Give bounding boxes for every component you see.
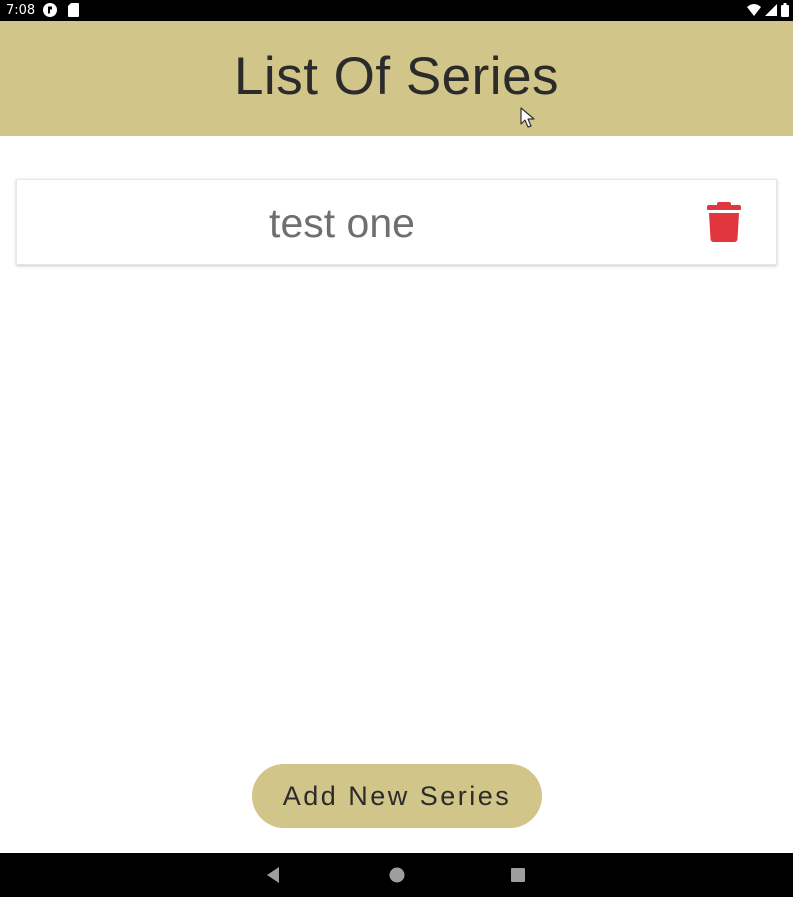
add-new-series-button[interactable]: Add New Series <box>252 764 542 828</box>
mouse-pointer-icon <box>520 107 535 128</box>
trash-icon[interactable] <box>707 202 741 242</box>
back-icon[interactable] <box>265 866 283 884</box>
app-header: List Of Series <box>0 21 793 136</box>
battery-icon <box>781 3 789 17</box>
series-list-item[interactable]: test one <box>16 179 777 265</box>
home-icon[interactable] <box>388 866 406 884</box>
status-time: 7:08 <box>6 3 36 18</box>
series-title: test one <box>269 199 415 246</box>
status-bar: 7:08 <box>0 0 793 21</box>
navigation-bar <box>0 853 793 897</box>
wifi-icon <box>747 4 761 16</box>
app-notification-icon <box>43 3 57 17</box>
page-title: List Of Series <box>233 47 560 106</box>
signal-icon <box>765 4 777 16</box>
sd-card-icon <box>68 3 79 17</box>
recent-apps-icon[interactable] <box>509 866 527 884</box>
status-indicators <box>747 3 789 17</box>
